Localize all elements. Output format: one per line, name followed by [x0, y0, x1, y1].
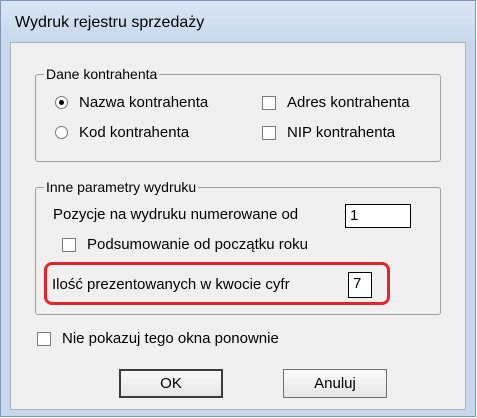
checkbox-box[interactable]: [37, 331, 51, 346]
checkbox-contractor-nip[interactable]: NIP kontrahenta: [262, 124, 395, 141]
radio-selected-dot: [59, 100, 64, 105]
radio-button[interactable]: [55, 126, 68, 139]
digits-label: Ilość prezentowanych w kwocie cyfr: [52, 276, 290, 293]
checkbox-year-summary-label: Podsumowanie od początku roku: [87, 236, 308, 253]
radio-contractor-name-label: Nazwa kontrahenta: [79, 94, 209, 111]
cancel-button[interactable]: Anuluj: [283, 369, 387, 398]
digits-input[interactable]: 7: [348, 272, 372, 298]
contractor-data-group: Dane kontrahenta: [35, 65, 441, 162]
checkbox-contractor-address-label: Adres kontrahenta: [287, 94, 410, 111]
radio-contractor-code-label: Kod kontrahenta: [79, 124, 190, 141]
checkbox-contractor-nip-label: NIP kontrahenta: [287, 124, 396, 141]
checkbox-dont-show-again[interactable]: Nie pokazuj tego okna ponownie: [37, 330, 279, 347]
checkbox-box[interactable]: [262, 125, 276, 140]
numbering-row: Pozycje na wydruku numerowane od: [53, 206, 298, 223]
checkbox-contractor-address[interactable]: Adres kontrahenta: [262, 94, 410, 111]
checkbox-year-summary[interactable]: Podsumowanie od początku roku: [62, 236, 308, 253]
radio-button[interactable]: [55, 96, 68, 109]
window-title: Wydruk rejestru sprzedaży: [15, 14, 205, 31]
numbering-label: Pozycje na wydruku numerowane od: [53, 206, 299, 223]
radio-contractor-code[interactable]: Kod kontrahenta: [55, 124, 189, 141]
title-bar[interactable]: Wydruk rejestru sprzedaży: [1, 1, 475, 43]
checkbox-box[interactable]: [262, 95, 276, 110]
radio-contractor-name[interactable]: Nazwa kontrahenta: [55, 94, 208, 111]
ok-button[interactable]: OK: [119, 369, 223, 398]
checkbox-box[interactable]: [62, 237, 76, 252]
digits-row: Ilość prezentowanych w kwocie cyfr: [52, 276, 290, 293]
contractor-data-legend: Dane kontrahenta: [44, 65, 160, 83]
numbering-input[interactable]: 1: [345, 204, 411, 228]
print-params-legend: Inne parametry wydruku: [44, 178, 199, 196]
checkbox-dont-show-again-label: Nie pokazuj tego okna ponownie: [62, 330, 279, 347]
